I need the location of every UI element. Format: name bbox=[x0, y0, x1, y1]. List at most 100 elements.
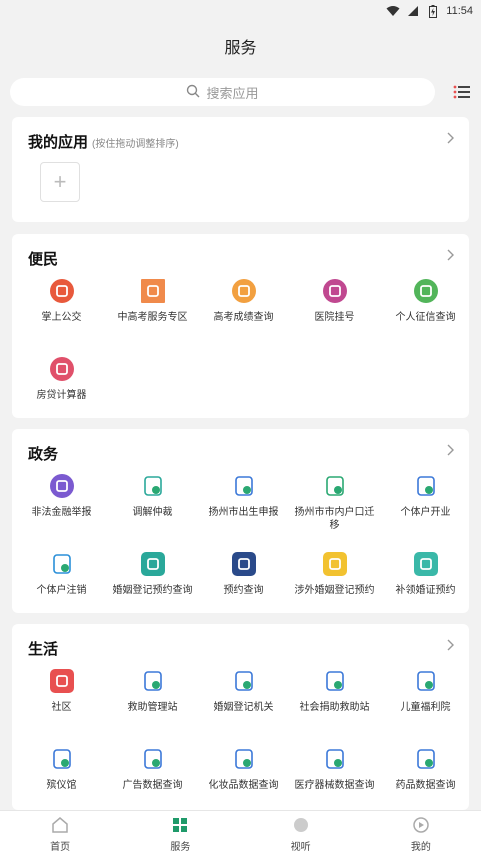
government-item-3[interactable]: 扬州市市内户口迁移 bbox=[289, 473, 380, 543]
convenience-item-3[interactable]: 医院挂号 bbox=[289, 278, 380, 348]
status-bar: 11:54 bbox=[0, 0, 481, 22]
score-icon bbox=[231, 278, 257, 304]
nav-item-0[interactable]: 首页 bbox=[0, 811, 120, 856]
credit-icon bbox=[413, 278, 439, 304]
medicine-icon bbox=[413, 746, 439, 772]
convenience-item-2[interactable]: 高考成绩查询 bbox=[198, 278, 289, 348]
government-item-label: 预约查询 bbox=[223, 585, 264, 596]
add-app-button[interactable]: + bbox=[40, 162, 80, 202]
life-item-8[interactable]: 医疗器械数据查询 bbox=[289, 746, 380, 816]
government-item-6[interactable]: 婚姻登记预约查询 bbox=[107, 551, 198, 621]
life-item-label: 社区 bbox=[51, 702, 72, 713]
my-apps-title: 我的应用 (按住拖动调整排序) bbox=[28, 131, 179, 152]
government-item-label: 扬州市出生申报 bbox=[208, 507, 279, 518]
child-welfare-icon bbox=[413, 668, 439, 694]
life-item-6[interactable]: 广告数据查询 bbox=[107, 746, 198, 816]
list-view-icon[interactable] bbox=[453, 84, 471, 100]
government-item-9[interactable]: 补领婚证预约 bbox=[380, 551, 471, 621]
life-card: 生活 社区 救助管理站 婚姻登记机关 社会捐助救助站 儿童福利院殡仪馆 广告数据查询 化妆品… bbox=[12, 624, 469, 810]
life-item-5[interactable]: 殡仪馆 bbox=[16, 746, 107, 816]
service-grid-icon bbox=[173, 817, 188, 832]
life-title: 生活 bbox=[28, 641, 59, 658]
my-apps-card: 我的应用 (按住拖动调整排序) + bbox=[12, 117, 469, 222]
nav-item-label: 首页 bbox=[50, 841, 71, 853]
government-item-label: 调解仲裁 bbox=[132, 507, 173, 518]
life-item-label: 药品数据查询 bbox=[395, 780, 456, 791]
status-time: 11:54 bbox=[446, 5, 473, 17]
nav-item-label: 服务 bbox=[170, 841, 191, 853]
nav-item-3[interactable]: 我的 bbox=[361, 811, 481, 856]
profile-icon bbox=[413, 816, 429, 833]
chevron-right-icon[interactable] bbox=[445, 131, 455, 145]
convenience-item-label: 医院挂号 bbox=[314, 312, 355, 323]
wifi-icon bbox=[386, 5, 400, 17]
chevron-right-icon[interactable] bbox=[445, 638, 455, 652]
government-item-label: 个体户开业 bbox=[400, 507, 451, 518]
convenience-item-label: 房贷计算器 bbox=[36, 390, 87, 401]
exit-icon bbox=[49, 551, 75, 577]
convenience-item-5[interactable]: 房贷计算器 bbox=[16, 356, 107, 426]
handshake-icon bbox=[140, 473, 166, 499]
page-title-bar: 服务 bbox=[0, 22, 481, 70]
rescue-icon bbox=[140, 668, 166, 694]
chevron-right-icon[interactable] bbox=[445, 443, 455, 457]
note-icon bbox=[322, 551, 348, 577]
nav-item-1[interactable]: 服务 bbox=[120, 811, 240, 856]
exam-banner-icon bbox=[140, 278, 166, 304]
life-item-label: 化妆品数据查询 bbox=[208, 780, 279, 791]
convenience-item-1[interactable]: 中高考服务专区 bbox=[107, 278, 198, 348]
life-item-4[interactable]: 儿童福利院 bbox=[380, 668, 471, 738]
stethoscope-icon bbox=[322, 746, 348, 772]
certificate-icon bbox=[413, 551, 439, 577]
government-item-4[interactable]: 个体户开业 bbox=[380, 473, 471, 543]
convenience-item-label: 个人征信查询 bbox=[395, 312, 456, 323]
battery-icon bbox=[426, 4, 440, 18]
search-input[interactable]: 搜索应用 bbox=[10, 78, 435, 106]
community-icon bbox=[49, 668, 75, 694]
government-item-7[interactable]: 预约查询 bbox=[198, 551, 289, 621]
government-item-label: 扬州市市内户口迁移 bbox=[294, 507, 375, 531]
life-item-label: 婚姻登记机关 bbox=[213, 702, 274, 713]
signal-icon bbox=[406, 5, 420, 17]
convenience-item-4[interactable]: 个人征信查询 bbox=[380, 278, 471, 348]
nav-item-label: 视听 bbox=[290, 841, 311, 853]
life-item-label: 救助管理站 bbox=[127, 702, 178, 713]
government-item-0[interactable]: 非法金融举报 bbox=[16, 473, 107, 543]
chevron-right-icon[interactable] bbox=[445, 248, 455, 262]
government-item-8[interactable]: 涉外婚姻登记预约 bbox=[289, 551, 380, 621]
life-item-label: 广告数据查询 bbox=[122, 780, 183, 791]
media-icon bbox=[293, 817, 308, 832]
bus-icon bbox=[49, 278, 75, 304]
couple-icon bbox=[140, 551, 166, 577]
government-item-label: 个体户注销 bbox=[36, 585, 87, 596]
home-icon bbox=[52, 816, 68, 833]
government-item-5[interactable]: 个体户注销 bbox=[16, 551, 107, 621]
government-item-label: 非法金融举报 bbox=[31, 507, 92, 518]
government-item-2[interactable]: 扬州市出生申报 bbox=[198, 473, 289, 543]
government-card: 政务 非法金融举报 调解仲裁 扬州市出生申报 扬州市市内户口迁移 个体户开业 个体户注销 婚… bbox=[12, 429, 469, 613]
life-item-0[interactable]: 社区 bbox=[16, 668, 107, 738]
government-item-1[interactable]: 调解仲裁 bbox=[107, 473, 198, 543]
life-item-label: 儿童福利院 bbox=[400, 702, 451, 713]
donation-icon bbox=[322, 668, 348, 694]
government-item-label: 涉外婚姻登记预约 bbox=[294, 585, 375, 596]
life-item-label: 医疗器械数据查询 bbox=[294, 780, 375, 791]
life-item-2[interactable]: 婚姻登记机关 bbox=[198, 668, 289, 738]
convenience-item-label: 中高考服务专区 bbox=[117, 312, 188, 323]
v-logo-icon bbox=[231, 551, 257, 577]
nav-item-2[interactable]: 视听 bbox=[241, 811, 361, 856]
hospital-icon bbox=[322, 278, 348, 304]
life-item-7[interactable]: 化妆品数据查询 bbox=[198, 746, 289, 816]
marriage-office-icon bbox=[231, 668, 257, 694]
life-item-1[interactable]: 救助管理站 bbox=[107, 668, 198, 738]
search-icon bbox=[186, 84, 200, 101]
page-title: 服务 bbox=[224, 40, 257, 57]
life-item-9[interactable]: 药品数据查询 bbox=[380, 746, 471, 816]
ad-icon bbox=[140, 746, 166, 772]
search-row: 搜索应用 bbox=[0, 78, 481, 108]
cosmetics-icon bbox=[231, 746, 257, 772]
life-item-3[interactable]: 社会捐助救助站 bbox=[289, 668, 380, 738]
life-item-label: 社会捐助救助站 bbox=[299, 702, 370, 713]
life-item-label: 殡仪馆 bbox=[46, 780, 77, 791]
convenience-item-0[interactable]: 掌上公交 bbox=[16, 278, 107, 348]
